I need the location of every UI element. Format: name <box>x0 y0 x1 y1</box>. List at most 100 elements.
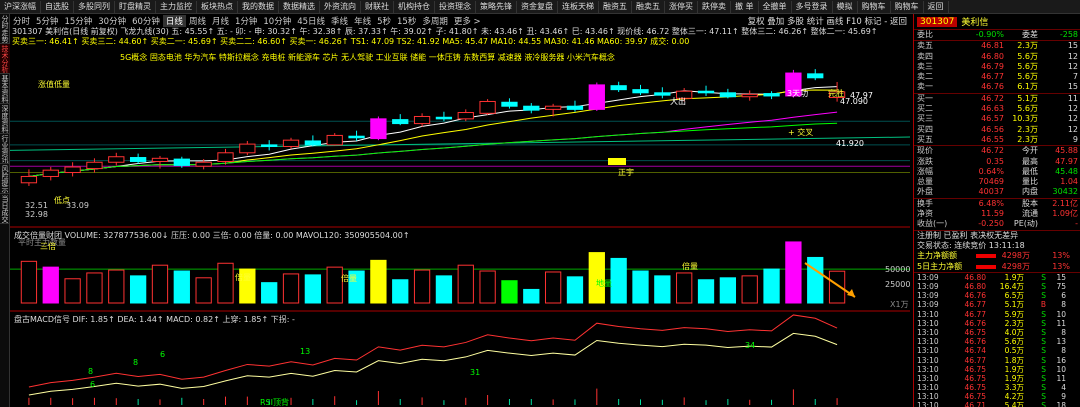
toolbar-button-20[interactable]: 全撤单 <box>759 0 792 13</box>
toolbar-button-2[interactable]: 多股同列 <box>74 0 115 13</box>
toolbar-button-23[interactable]: 购物车 <box>858 0 891 13</box>
left-tab-3[interactable]: 深度资料 <box>0 104 10 134</box>
stats2-value-b: 1.09亿 <box>1052 209 1078 219</box>
tick-cell-1: 46.74 <box>964 346 986 356</box>
period-tab-15[interactable]: 多周期 <box>419 15 451 27</box>
period-tab-8[interactable]: 1分钟 <box>232 15 260 27</box>
toolbar-button-6[interactable]: 我的数据 <box>238 0 279 13</box>
sells-row-3: 卖二 46.77 5.6万 7 <box>914 72 1080 82</box>
left-tab-4[interactable]: 行业资讯 <box>0 134 10 164</box>
sells-volume: 6.1万 <box>1017 82 1038 92</box>
toolbar-button-19[interactable]: 撤 单 <box>731 0 759 13</box>
period-tab-3[interactable]: 30分钟 <box>95 15 129 27</box>
volume-bar <box>523 288 540 304</box>
sells-count: 15 <box>1067 82 1078 92</box>
left-tab-1[interactable]: 技术分析 <box>0 44 10 74</box>
tick-cell-2: 5.4万 <box>1004 401 1024 407</box>
toolbar-button-17[interactable]: 涨停买 <box>665 0 698 13</box>
tick-cell-1: 46.76 <box>964 291 986 301</box>
toolbar-button-0[interactable]: 沪深涨幅 <box>0 0 41 13</box>
tick-row-9: 13:10 46.77 1.8万 S 16 <box>914 356 1080 365</box>
toolbar-button-9[interactable]: 财联社 <box>361 0 394 13</box>
buys-row-0: 买一 46.72 5.1万 11 <box>914 94 1080 104</box>
period-tab-0[interactable]: 分时 <box>10 15 33 27</box>
left-tab-5[interactable]: 风险提示 <box>0 164 10 194</box>
candle-body <box>217 152 234 162</box>
sells-price: 46.77 <box>981 72 1004 82</box>
toolbar-button-15[interactable]: 融资五 <box>599 0 632 13</box>
support-value: 41.920 <box>836 139 864 148</box>
period-tab-2[interactable]: 15分钟 <box>61 15 95 27</box>
period-tab-14[interactable]: 15秒 <box>394 15 419 27</box>
buys-row-2: 买三 46.57 10.3万 12 <box>914 114 1080 124</box>
toolbar-button-22[interactable]: 模拟 <box>833 0 858 13</box>
candle-body <box>151 157 169 162</box>
toolbar-button-25[interactable]: 返回 <box>924 0 949 13</box>
green-support-line <box>10 136 910 151</box>
volume-bar <box>151 264 169 304</box>
sells-label: 卖二 <box>917 72 933 82</box>
toolbar-button-7[interactable]: 数据精选 <box>279 0 320 13</box>
stats-value-a: 0.35 <box>986 156 1004 166</box>
volume-tag-3: 倍量 <box>682 261 698 271</box>
period-tab-11[interactable]: 季线 <box>328 15 351 27</box>
left-tab-2[interactable]: 基本资料 <box>0 74 10 104</box>
toolbar-button-8[interactable]: 外资流向 <box>320 0 361 13</box>
kline-chart[interactable]: 301307 美利信(日线 前复权) 飞龙九线(30) 五: 45.55↑ 五:… <box>10 27 910 407</box>
period-tab-16[interactable]: 更多 > <box>451 15 484 27</box>
period-tab-1[interactable]: 5分钟 <box>33 15 61 27</box>
volume-bar <box>435 275 453 304</box>
sells-label: 卖五 <box>917 41 933 51</box>
quote-panel: 301307 美利信 委比 -0.90% 委差 -258 卖五 46.81 2.3万 15… <box>913 14 1080 407</box>
sells-price: 46.79 <box>981 61 1004 71</box>
period-tab-13[interactable]: 5秒 <box>374 15 394 27</box>
buys-row-4: 买五 46.55 2.3万 9 <box>914 135 1080 145</box>
period-tab-6[interactable]: 周线 <box>186 15 209 27</box>
left-tab-0[interactable]: 分时走势 <box>0 14 10 44</box>
tick-cell-1: 46.77 <box>964 355 986 365</box>
quote-stats-2: 换手 6.48% 股本 2.11亿 净资 11.59 流通 1.09亿 收益(一) -0.250 P… <box>914 197 1080 230</box>
toolbar-button-13[interactable]: 资金复盘 <box>517 0 558 13</box>
toolbar-button-14[interactable]: 连板天梯 <box>558 0 599 13</box>
period-tab-10[interactable]: 45日线 <box>294 15 328 27</box>
buys-label: 买一 <box>917 93 933 103</box>
sells-label: 卖一 <box>917 82 933 92</box>
tick-row-1: 13:09 46.80 16.4万 S 75 <box>914 282 1080 291</box>
toolbar-button-24[interactable]: 购物车 <box>891 0 924 13</box>
macd-title: 盘古MACD信号 DIF: 1.85↑ DEA: 1.44↑ MACD: 0.8… <box>14 314 295 324</box>
buys-count: 12 <box>1067 114 1078 124</box>
period-tab-7[interactable]: 月线 <box>209 15 232 27</box>
period-tab-5[interactable]: 日线 <box>162 15 186 27</box>
left-tab-6[interactable]: 当日成交 <box>0 194 10 224</box>
tick-cell-0: 13:10 <box>917 327 939 337</box>
buys-volume: 5.1万 <box>1017 93 1038 103</box>
flow-bar <box>976 254 996 259</box>
tick-row-13: 13:10 46.75 4.2万 S 9 <box>914 392 1080 401</box>
tick-cell-0: 13:10 <box>917 373 939 383</box>
toolbar-button-10[interactable]: 机构持仓 <box>394 0 435 13</box>
toolbar-button-18[interactable]: 跌停卖 <box>698 0 731 13</box>
tick-row-2: 13:09 46.76 6.5万 S 6 <box>914 291 1080 300</box>
toolbar-button-5[interactable]: 板块热点 <box>197 0 238 13</box>
toolbar-button-1[interactable]: 自选股 <box>41 0 74 13</box>
toolbar-button-11[interactable]: 投资理念 <box>435 0 476 13</box>
volume-bar <box>544 271 562 304</box>
period-tab-12[interactable]: 年线 <box>351 15 374 27</box>
toolbar-button-4[interactable]: 主力监控 <box>156 0 197 13</box>
tick-cell-2: 5.1万 <box>1004 300 1024 310</box>
chart-tools[interactable]: 复权 叠加 多股 统计 画线 F10 标记 - 返回 <box>745 15 910 27</box>
toolbar-button-21[interactable]: 多号登录 <box>792 0 833 13</box>
toolbar-button-12[interactable]: 策略先锋 <box>476 0 517 13</box>
tick-cell-0: 13:10 <box>917 392 939 402</box>
volume-bar <box>304 274 322 304</box>
toolbar-button-3[interactable]: 盯盘精灵 <box>115 0 156 13</box>
period-tab-9[interactable]: 10分钟 <box>260 15 294 27</box>
buys-count: 11 <box>1067 93 1078 103</box>
stats2-value-b: - <box>1075 219 1078 229</box>
candle-body <box>282 139 300 147</box>
tick-row-11: 13:10 46.75 1.9万 S 11 <box>914 374 1080 383</box>
buys-row-3: 买四 46.56 2.3万 12 <box>914 125 1080 135</box>
sells-row-4: 卖一 46.76 6.1万 15 <box>914 82 1080 92</box>
toolbar-button-16[interactable]: 融卖五 <box>632 0 665 13</box>
period-tab-4[interactable]: 60分钟 <box>129 15 163 27</box>
